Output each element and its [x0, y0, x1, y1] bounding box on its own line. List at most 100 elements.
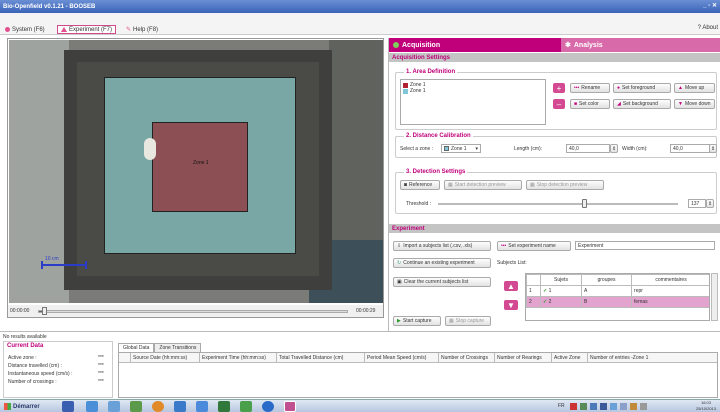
area-definition-title: 1. Area Definition: [404, 69, 458, 75]
stop-capture-button[interactable]: ▦ Stop capture: [445, 316, 491, 326]
column-header[interactable]: Total Travelled Distance (cm): [277, 353, 365, 362]
taskbar-app-icon[interactable]: [130, 401, 142, 412]
scale-bar: 10 cm: [41, 256, 87, 270]
network-icon[interactable]: [610, 403, 617, 410]
taskbar-app-icon[interactable]: [240, 401, 252, 412]
taskbar-app-icon[interactable]: [174, 401, 186, 412]
clear-subjects-button[interactable]: ▣ Clear the current subjects list: [393, 277, 491, 287]
active-zone-label: Active zone :: [8, 355, 37, 361]
threshold-input[interactable]: 137: [688, 199, 706, 208]
subjects-table[interactable]: Sujets groupes commentaires 1 ✓ 1 A repr…: [525, 273, 710, 321]
length-input[interactable]: 40,0: [566, 144, 610, 153]
column-header[interactable]: Sujets: [540, 274, 582, 286]
column-header[interactable]: Experiment Time (hh:mm:ss): [200, 353, 277, 362]
group-cell[interactable]: A: [580, 285, 633, 297]
volume-icon[interactable]: [640, 403, 647, 410]
table-row[interactable]: 2 ✓ 2 B femas: [526, 296, 709, 308]
tab-acquisition[interactable]: Acquisition: [389, 38, 561, 52]
clock[interactable]: 16:03 25/10/2013: [696, 400, 716, 412]
results-table[interactable]: Source Date (hh:mm:ss) Experiment Time (…: [118, 352, 718, 398]
taskbar-app-icon[interactable]: [86, 401, 98, 412]
column-header[interactable]: groupes: [580, 274, 633, 286]
group-cell[interactable]: B: [580, 296, 633, 308]
length-spinner[interactable]: ⇕: [610, 144, 618, 153]
firefox-icon[interactable]: [152, 401, 164, 412]
bio-openfield-icon[interactable]: [284, 401, 296, 412]
tray-icon[interactable]: [580, 403, 587, 410]
taskbar-app-icon[interactable]: [108, 401, 120, 412]
width-spinner[interactable]: ⇕: [709, 144, 717, 153]
add-zone-button[interactable]: +: [553, 83, 565, 93]
column-header[interactable]: Number of Crossings: [439, 353, 495, 362]
zone-select[interactable]: Zone 1 ▾: [441, 144, 481, 153]
move-down-button[interactable]: ▼ Move down: [674, 99, 715, 109]
tray-icon[interactable]: [590, 403, 597, 410]
check-icon: ✓: [543, 288, 548, 294]
set-experiment-name-button[interactable]: ••• Set experiment name: [497, 241, 571, 251]
column-header[interactable]: Number of entries -Zone 1: [588, 353, 666, 362]
reference-button[interactable]: ◙ Reference: [400, 180, 440, 190]
set-background-button[interactable]: ◢ Set background: [613, 99, 671, 109]
zone-list-item[interactable]: Zone 1: [403, 88, 426, 94]
tray-icon[interactable]: [600, 403, 607, 410]
remove-zone-button[interactable]: –: [553, 99, 565, 109]
threshold-spinner[interactable]: ⇕: [706, 199, 714, 208]
column-header[interactable]: Number of Rearings: [495, 353, 552, 362]
menu-help[interactable]: ✎ Help (F8): [123, 25, 161, 34]
acquisition-settings-header: Acquisition Settings: [389, 53, 720, 62]
table-scrollbar[interactable]: [711, 273, 718, 321]
taskbar-app-icon[interactable]: [196, 401, 208, 412]
tab-global-data[interactable]: Global Data: [118, 343, 155, 352]
scale-bar-label: 10 cm: [45, 256, 59, 262]
table-row[interactable]: 1 ✓ 1 A repr: [526, 285, 709, 297]
tab-zone-transitions[interactable]: Zone Transitions: [154, 343, 202, 352]
taskbar-app-icon[interactable]: [262, 401, 274, 412]
menu-system[interactable]: System (F6): [2, 25, 48, 34]
language-indicator[interactable]: FR: [558, 403, 565, 409]
import-subjects-button[interactable]: ⇩ Import a subjects list (.csv, .xls): [393, 241, 491, 251]
move-subject-up-button[interactable]: ▲: [504, 281, 518, 291]
about-button[interactable]: ? About: [698, 25, 718, 31]
menu-experiment[interactable]: Experiment (F7): [57, 25, 117, 34]
column-header[interactable]: Source Date (hh:mm:ss): [131, 353, 200, 362]
column-header[interactable]: Active Zone: [552, 353, 588, 362]
camera-view[interactable]: Zone 1 10 cm: [9, 40, 383, 303]
taskbar-app-icon[interactable]: [62, 401, 74, 412]
row-number: 1: [526, 285, 541, 297]
timeline-handle[interactable]: [42, 307, 48, 315]
start-button[interactable]: Démarrer: [1, 401, 43, 412]
zone-inner[interactable]: Zone 1: [152, 122, 248, 212]
window-controls[interactable]: _ ▫ ✕: [703, 2, 717, 9]
move-down-label: Move down: [684, 101, 711, 107]
tray-icon[interactable]: [630, 403, 637, 410]
rename-label: Rename: [581, 85, 601, 91]
timeline-track[interactable]: [38, 310, 348, 313]
stop-detection-preview-button[interactable]: ▦ Stop detection preview: [526, 180, 604, 190]
length-value: 40,0: [569, 145, 579, 152]
comment-cell[interactable]: femas: [631, 296, 709, 308]
threshold-slider-track[interactable]: [438, 203, 678, 205]
comment-cell[interactable]: repr: [631, 285, 709, 297]
zone-name: Zone 1: [410, 88, 426, 94]
column-header[interactable]: commentaires: [631, 274, 709, 286]
experiment-name-field[interactable]: Experiment: [575, 241, 715, 250]
tray-icon[interactable]: [620, 403, 627, 410]
rename-button[interactable]: ••• Rename: [570, 83, 610, 93]
continue-experiment-button[interactable]: ↻ Continue an existing experiment: [393, 258, 491, 268]
set-color-button[interactable]: ■ Set color: [570, 99, 610, 109]
threshold-slider-handle[interactable]: [582, 199, 588, 208]
move-subject-down-button[interactable]: ▼: [504, 300, 518, 310]
zone-select-value: Zone 1: [451, 145, 467, 152]
subject-cell[interactable]: ✓ 1: [540, 285, 582, 297]
column-header[interactable]: Period Mean Speed (cm/s): [365, 353, 439, 362]
zone-list[interactable]: Zone 1 Zone 1: [400, 79, 546, 125]
tab-analysis[interactable]: ✱ Analysis: [561, 38, 720, 52]
tray-icon[interactable]: [570, 403, 577, 410]
subject-cell[interactable]: ✓ 2: [540, 296, 582, 308]
excel-icon[interactable]: [218, 401, 230, 412]
start-detection-preview-button[interactable]: ▦ Start detection preview: [444, 180, 522, 190]
start-capture-button[interactable]: ▶ Start capture: [393, 316, 441, 326]
move-up-button[interactable]: ▲ Move up: [674, 83, 715, 93]
width-input[interactable]: 40,0: [670, 144, 710, 153]
set-foreground-button[interactable]: ● Set foreground: [613, 83, 671, 93]
